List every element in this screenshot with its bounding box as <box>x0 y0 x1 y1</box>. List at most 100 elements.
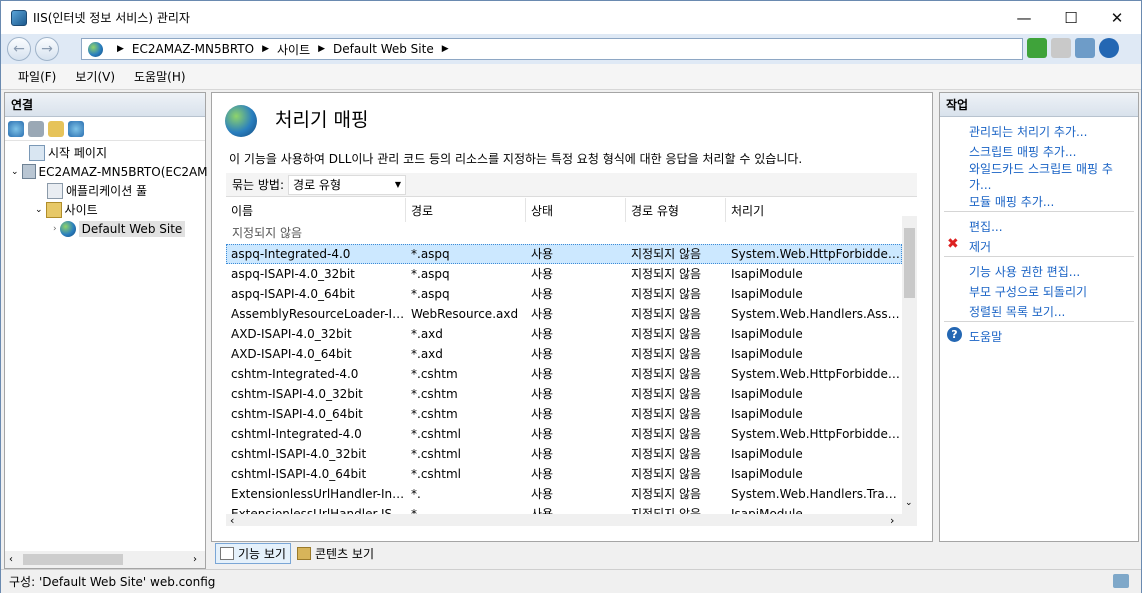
address-toolbar <box>1027 38 1119 58</box>
content-view-tab[interactable]: 콘텐츠 보기 <box>293 544 378 563</box>
grid-vertical-scrollbar[interactable]: ⌄ <box>902 216 917 514</box>
connect-icon[interactable] <box>8 120 24 137</box>
back-button[interactable]: ← <box>7 37 31 61</box>
table-row[interactable]: cshtm-ISAPI-4.0_32bit *.cshtm 사용 지정되지 않음 Isa… <box>226 384 902 404</box>
add-managed-handler-link[interactable]: 관리되는 처리기 추가... <box>969 123 1087 140</box>
table-row[interactable]: cshtm-Integrated-4.0 *.cshtm 사용 지정되지 않음 Syst… <box>226 364 902 384</box>
grid-header: 이름^ 경로 상태 경로 유형 처리기 <box>226 198 902 222</box>
table-row[interactable]: aspq-ISAPI-4.0_32bit *.aspq 사용 지정되지 않음 Isapi… <box>226 264 902 284</box>
edit-link[interactable]: 편집... <box>969 218 1003 235</box>
add-wildcard-script-map-link-continued[interactable]: 가... <box>969 176 991 193</box>
add-module-mapping-link[interactable]: 모듈 매핑 추가... <box>969 193 1054 210</box>
cell-state: 사용 <box>531 287 554 301</box>
scroll-left-icon[interactable]: ‹ <box>9 554 13 565</box>
save-icon[interactable] <box>28 120 44 137</box>
up-folder-icon[interactable] <box>48 120 64 137</box>
chevron-down-icon[interactable]: ⌄ <box>35 205 43 215</box>
cell-path-type: 지정되지 않음 <box>631 387 702 401</box>
scroll-right-icon[interactable]: › <box>193 554 197 565</box>
column-header-handler[interactable]: 처리기 <box>726 198 902 222</box>
table-row[interactable]: ExtensionlessUrlHandler-Integ... *. 사용 지정되지… <box>226 484 902 504</box>
grid-horizontal-scrollbar[interactable]: ‹ › <box>226 514 917 526</box>
table-row[interactable]: aspq-ISAPI-4.0_64bit *.aspq 사용 지정되지 않음 Isapi… <box>226 284 902 304</box>
revert-to-parent-link[interactable]: 부모 구성으로 되돌리기 <box>969 283 1087 300</box>
crumb-default-web-site[interactable]: Default Web Site <box>333 42 434 56</box>
column-header-path[interactable]: 경로 <box>406 198 526 222</box>
scrollbar-thumb[interactable] <box>23 554 123 565</box>
table-row[interactable]: aspq-Integrated-4.0 *.aspq 사용 지정되지 않음 System… <box>226 244 902 264</box>
cell-handler: IsapiModule <box>731 407 803 421</box>
crumb-server[interactable]: EC2AMAZ-MN5BRTO <box>132 42 254 56</box>
cell-path-type: 지정되지 않음 <box>631 247 702 261</box>
help-link[interactable]: 도움말 <box>969 328 1002 345</box>
cell-path: *.axd <box>411 347 443 361</box>
group-header-unspecified[interactable]: 지정되지 않음 <box>232 223 302 243</box>
navigation-bar: ← → ▶ EC2AMAZ-MN5BRTO ▶ 사이트 ▶ Default We… <box>1 34 1141 64</box>
crumb-separator-icon: ▶ <box>318 44 326 54</box>
add-wildcard-script-map-link[interactable]: 와일드카드 스크립트 매핑 추 <box>969 160 1113 177</box>
cell-handler: IsapiModule <box>731 287 803 301</box>
features-view-icon <box>220 547 234 560</box>
table-row[interactable]: cshtml-ISAPI-4.0_64bit *.cshtml 사용 지정되지 않음 I… <box>226 464 902 484</box>
remove-link[interactable]: 제거 <box>969 238 991 255</box>
cell-handler: IsapiModule <box>731 267 803 281</box>
refresh-icon[interactable] <box>1027 38 1047 58</box>
table-row[interactable]: AXD-ISAPI-4.0_32bit *.axd 사용 지정되지 않음 IsapiMo… <box>226 324 902 344</box>
stop-icon[interactable] <box>1051 38 1071 58</box>
table-row[interactable]: AXD-ISAPI-4.0_64bit *.axd 사용 지정되지 않음 IsapiMo… <box>226 344 902 364</box>
cell-name: cshtm-ISAPI-4.0_64bit <box>231 407 363 421</box>
cell-path: WebResource.axd <box>411 307 519 321</box>
cell-path: *.aspq <box>411 267 450 281</box>
address-breadcrumb[interactable]: ▶ EC2AMAZ-MN5BRTO ▶ 사이트 ▶ Default Web Si… <box>81 38 1023 60</box>
help-icon[interactable] <box>1099 38 1119 58</box>
scroll-right-icon[interactable]: › <box>890 514 894 526</box>
cell-path: *.aspq <box>411 247 450 261</box>
menu-file[interactable]: 파일(F) <box>18 68 56 85</box>
cell-state: 사용 <box>531 307 554 321</box>
tree-item-start-page[interactable]: 시작 페이지 <box>29 143 107 162</box>
tree-item-app-pools[interactable]: 애플리케이션 풀 <box>47 181 147 200</box>
table-row[interactable]: AssemblyResourceLoader-Inte... WebResourc… <box>226 304 902 324</box>
content-view-icon <box>296 547 311 560</box>
cell-handler: IsapiModule <box>731 447 803 461</box>
scrollbar-thumb[interactable] <box>904 228 915 298</box>
help-icon: ? <box>947 327 962 342</box>
minimize-button[interactable]: — <box>1001 1 1047 34</box>
close-button[interactable]: ✕ <box>1094 1 1140 34</box>
column-header-name[interactable]: 이름^ <box>226 198 406 222</box>
menu-view[interactable]: 보기(V) <box>75 68 115 85</box>
tree-item-default-web-site[interactable]: › Default Web Site <box>53 219 186 238</box>
features-view-tab[interactable]: 기능 보기 <box>215 543 291 564</box>
connections-toolbar <box>5 117 205 141</box>
scroll-down-icon[interactable]: ⌄ <box>905 498 913 508</box>
crumb-sites[interactable]: 사이트 <box>277 41 310 58</box>
table-row[interactable]: cshtm-ISAPI-4.0_64bit *.cshtm 사용 지정되지 않음 Isa… <box>226 404 902 424</box>
cell-name: cshtm-Integrated-4.0 <box>231 367 359 381</box>
chevron-right-icon[interactable]: › <box>53 224 57 234</box>
group-by-select[interactable]: 경로 유형 ▼ <box>288 174 407 195</box>
window-title: IIS(인터넷 정보 서비스) 관리자 <box>33 11 190 25</box>
cell-state: 사용 <box>531 487 554 501</box>
table-row[interactable]: cshtml-ISAPI-4.0_32bit *.cshtml 사용 지정되지 않음 I… <box>226 444 902 464</box>
table-row[interactable]: cshtml-Integrated-4.0 *.cshtml 사용 지정되지 않음 Sy… <box>226 424 902 444</box>
cell-path: *.cshtml <box>411 427 461 441</box>
add-script-map-link[interactable]: 스크립트 매핑 추가... <box>969 143 1076 160</box>
actions-pane: 작업 관리되는 처리기 추가... 스크립트 매핑 추가... 와일드카드 스크… <box>939 92 1139 542</box>
home-icon[interactable] <box>1075 38 1095 58</box>
view-switcher: 기능 보기 콘텐츠 보기 <box>215 543 378 564</box>
tree-item-sites[interactable]: ⌄ 사이트 <box>35 200 98 219</box>
iis-app-icon <box>11 9 27 26</box>
view-ordered-list-link[interactable]: 정렬된 목록 보기... <box>969 303 1065 320</box>
chevron-down-icon[interactable]: ⌄ <box>11 167 19 177</box>
back-arrow-icon: ← <box>13 41 25 57</box>
forward-button[interactable]: → <box>35 37 59 61</box>
scroll-left-icon[interactable]: ‹ <box>230 514 234 526</box>
connections-horizontal-scrollbar[interactable]: ‹ › <box>5 551 205 568</box>
column-header-path-type[interactable]: 경로 유형 <box>626 198 726 222</box>
tree-item-server[interactable]: ⌄ EC2AMAZ-MN5BRTO(EC2AM <box>11 162 208 181</box>
maximize-button[interactable]: ☐ <box>1048 1 1094 34</box>
edit-feature-permissions-link[interactable]: 기능 사용 권한 편집... <box>969 263 1080 280</box>
column-header-state[interactable]: 상태 <box>526 198 626 222</box>
disconnect-icon[interactable] <box>68 120 84 137</box>
menu-help[interactable]: 도움말(H) <box>134 68 186 85</box>
